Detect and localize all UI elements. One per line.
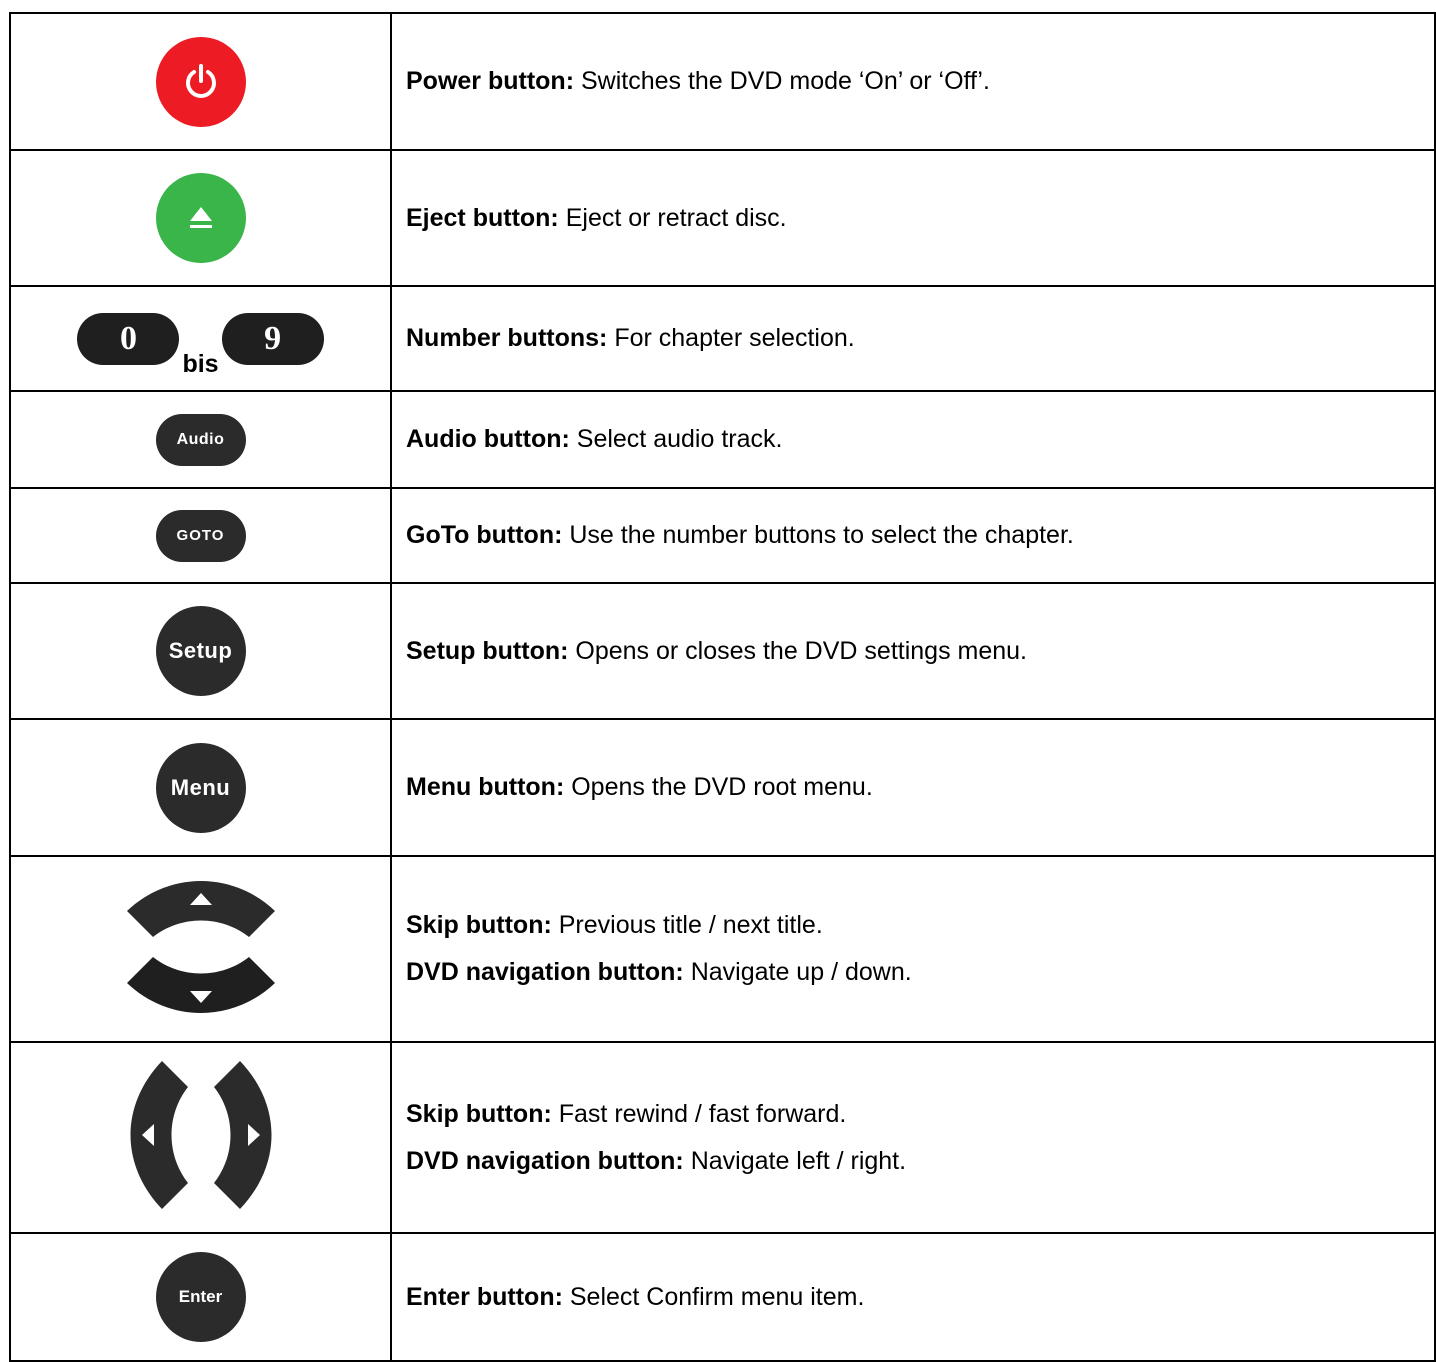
eject-icon bbox=[155, 173, 246, 263]
row-text: Previous title / next title. bbox=[551, 911, 823, 939]
table-row: Enter Enter button: Select Confirm menu … bbox=[9, 1232, 1436, 1362]
row-label: GoTo button: bbox=[406, 521, 563, 549]
number-0-button-icon: 0 bbox=[77, 312, 180, 365]
row-text-2: Navigate up / down. bbox=[683, 958, 912, 986]
row-label: Number buttons: bbox=[406, 324, 608, 352]
row-label-2: DVD navigation button: bbox=[406, 1146, 684, 1175]
row-label: Power button: bbox=[406, 67, 575, 95]
icon-cell bbox=[9, 12, 392, 151]
menu-icon: Menu bbox=[155, 742, 246, 833]
button-description-table: Power button: Switches the DVD mode ‘On’… bbox=[9, 12, 1436, 1362]
table-row: Skip button: Previous title / next title… bbox=[9, 855, 1436, 1043]
row-label: Skip button: bbox=[406, 1099, 552, 1128]
table-row: GOTO GoTo button: Use the number buttons… bbox=[9, 487, 1436, 584]
power-icon bbox=[155, 36, 246, 127]
right-arrow-button-icon bbox=[213, 1061, 271, 1209]
number-9-button-icon: 9 bbox=[221, 312, 324, 365]
setup-icon: Setup bbox=[155, 606, 246, 696]
description-cell: GoTo button: Use the number buttons to s… bbox=[390, 487, 1436, 584]
table-row: Audio Audio button: Select audio track. bbox=[9, 390, 1436, 489]
icon-cell: 0 bis 9 bbox=[9, 285, 392, 392]
row-text-2: Navigate left / right. bbox=[683, 1146, 907, 1175]
row-text: Opens the DVD root menu. bbox=[564, 773, 873, 801]
row-text: Select Confirm menu item. bbox=[562, 1282, 865, 1311]
row-text: Select audio track. bbox=[569, 425, 783, 453]
icon-cell bbox=[9, 855, 392, 1043]
description-cell: Eject button: Eject or retract disc. bbox=[390, 149, 1436, 287]
description-cell: Menu button: Opens the DVD root menu. bbox=[390, 718, 1436, 857]
row-label-2: DVD navigation button: bbox=[406, 958, 684, 986]
description-cell: Power button: Switches the DVD mode ‘On’… bbox=[390, 12, 1436, 151]
row-label: Enter button: bbox=[406, 1282, 563, 1311]
up-down-icon bbox=[126, 880, 275, 1013]
row-text: Opens or closes the DVD settings menu. bbox=[568, 636, 1027, 665]
row-label: Eject button: bbox=[406, 203, 559, 232]
enter-icon: Enter bbox=[155, 1252, 246, 1342]
up-arrow-button-icon bbox=[126, 880, 275, 937]
table-row: Skip button: Fast rewind / fast forward.… bbox=[9, 1041, 1436, 1234]
row-text: Switches the DVD mode ‘On’ or ‘Off’. bbox=[574, 67, 990, 95]
left-arrow-button-icon bbox=[130, 1061, 188, 1209]
description-cell: Skip button: Fast rewind / fast forward.… bbox=[390, 1041, 1436, 1234]
row-text: For chapter selection. bbox=[607, 324, 855, 352]
description-cell: Enter button: Select Confirm menu item. bbox=[390, 1232, 1436, 1362]
table-row: Eject button: Eject or retract disc. bbox=[9, 149, 1436, 287]
table-row: Power button: Switches the DVD mode ‘On’… bbox=[9, 12, 1436, 151]
down-arrow-button-icon bbox=[126, 956, 275, 1013]
audio-icon: Audio bbox=[155, 413, 246, 466]
description-cell: Number buttons: For chapter selection. bbox=[390, 285, 1436, 392]
row-label: Setup button: bbox=[406, 636, 569, 665]
description-cell: Setup button: Opens or closes the DVD se… bbox=[390, 582, 1436, 720]
table-row: Setup Setup button: Opens or closes the … bbox=[9, 582, 1436, 720]
row-label: Menu button: bbox=[406, 773, 565, 801]
icon-cell: Enter bbox=[9, 1232, 392, 1362]
range-separator: bis bbox=[182, 349, 219, 378]
table-row: 0 bis 9 Number buttons: For chapter sele… bbox=[9, 285, 1436, 392]
icon-cell bbox=[9, 149, 392, 287]
icon-cell: Audio bbox=[9, 390, 392, 489]
row-label: Skip button: bbox=[406, 911, 552, 939]
goto-icon: GOTO bbox=[155, 509, 246, 562]
icon-cell bbox=[9, 1041, 392, 1234]
row-text: Eject or retract disc. bbox=[558, 203, 787, 232]
description-cell: Skip button: Previous title / next title… bbox=[390, 855, 1436, 1043]
row-text: Use the number buttons to select the cha… bbox=[562, 521, 1074, 549]
row-label: Audio button: bbox=[406, 425, 570, 453]
left-right-icon bbox=[130, 1061, 271, 1209]
icon-cell: Menu bbox=[9, 718, 392, 857]
description-cell: Audio button: Select audio track. bbox=[390, 390, 1436, 489]
number-buttons-icon: 0 bis 9 bbox=[77, 312, 324, 378]
icon-cell: GOTO bbox=[9, 487, 392, 584]
row-text: Fast rewind / fast forward. bbox=[551, 1099, 847, 1128]
table-row: Menu Menu button: Opens the DVD root men… bbox=[9, 718, 1436, 857]
icon-cell: Setup bbox=[9, 582, 392, 720]
